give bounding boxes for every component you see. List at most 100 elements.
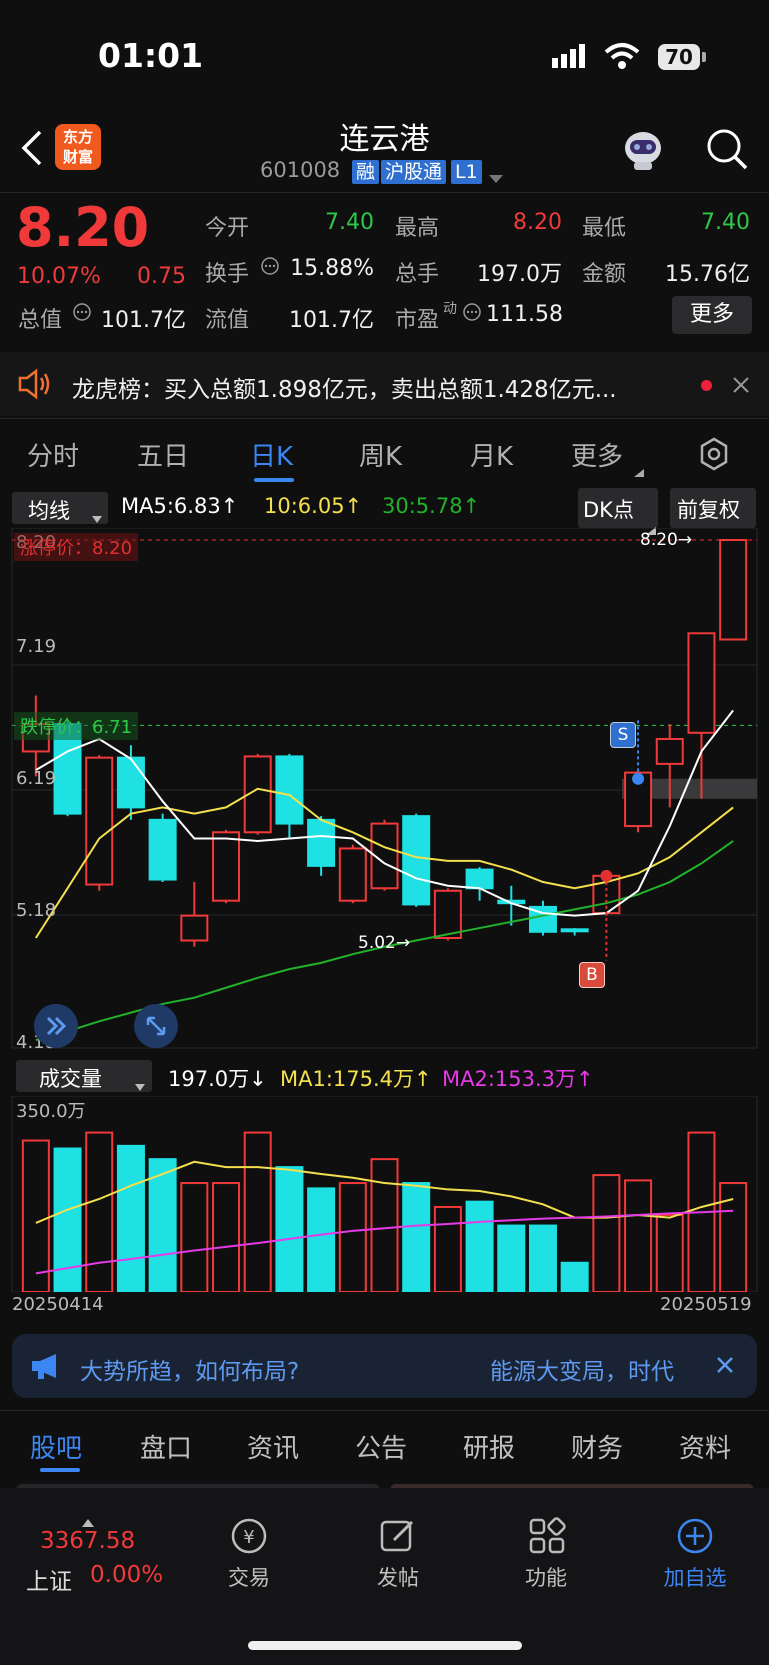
candle-body xyxy=(85,756,114,886)
ma-selector-label: 均线 xyxy=(28,499,70,523)
tab-weekly-k[interactable]: 周K xyxy=(359,436,402,473)
sell-dot xyxy=(632,772,645,785)
volume-bar xyxy=(624,1179,653,1292)
volume-bar xyxy=(655,1213,684,1292)
info-icon[interactable] xyxy=(72,302,92,322)
buy-marker[interactable]: B xyxy=(579,962,605,988)
more-dropdown-icon xyxy=(634,462,644,477)
turnover-value: 15.88% xyxy=(290,256,374,281)
index-pct[interactable]: 0.00% xyxy=(90,1562,163,1588)
home-indicator xyxy=(248,1641,522,1650)
tab-more[interactable]: 更多 xyxy=(571,436,623,473)
volume-bar xyxy=(338,1182,367,1292)
tab-news[interactable]: 资讯 xyxy=(247,1428,299,1465)
function-label[interactable]: 功能 xyxy=(496,1562,596,1592)
forum-tab-underline xyxy=(40,1468,80,1472)
trade-icon[interactable]: ¥ xyxy=(228,1516,270,1556)
tab-financials[interactable]: 财务 xyxy=(571,1428,623,1465)
battery-tip xyxy=(702,52,706,62)
amount-value: 15.76亿 xyxy=(665,262,750,287)
index-expand-icon[interactable] xyxy=(82,1512,94,1527)
tab-intraday[interactable]: 分时 xyxy=(27,436,79,473)
candle-body xyxy=(402,815,431,906)
index-value[interactable]: 3367.58 xyxy=(40,1528,135,1554)
candle-body xyxy=(433,889,462,940)
volume-bar xyxy=(528,1224,557,1292)
tab-research[interactable]: 研报 xyxy=(463,1428,515,1465)
tab-5day[interactable]: 五日 xyxy=(137,436,189,473)
add-watchlist-label[interactable]: 加自选 xyxy=(645,1562,745,1592)
volume-bar xyxy=(243,1131,272,1292)
info-icon[interactable] xyxy=(462,302,482,322)
tab-announcements[interactable]: 公告 xyxy=(355,1428,407,1465)
candle-body xyxy=(338,847,367,902)
more-quote-button[interactable]: 更多 xyxy=(672,296,752,334)
volume-bar xyxy=(85,1131,114,1292)
candlestick-chart[interactable] xyxy=(0,528,769,1058)
tab-active-underline xyxy=(254,478,294,482)
tag-connect: 沪股通 xyxy=(381,160,447,184)
y-label-2: 7.19 xyxy=(16,636,57,657)
tab-daily-k[interactable]: 日K xyxy=(250,436,293,473)
volume-selector-label: 成交量 xyxy=(39,1067,102,1091)
tab-orderbook[interactable]: 盘口 xyxy=(140,1428,192,1465)
promo-left-text[interactable]: 大势所趋，如何布局? xyxy=(80,1352,299,1386)
close-promo-icon[interactable] xyxy=(716,1356,734,1374)
vol-ma1-legend: MA1:175.4万↑ xyxy=(280,1067,432,1091)
stock-code: 601008 xyxy=(260,158,341,182)
volume-selector[interactable]: 成交量 xyxy=(16,1060,152,1092)
volume-label: 总手 xyxy=(395,262,440,287)
volume-bar xyxy=(560,1261,589,1292)
tag-margin: 融 xyxy=(352,160,380,184)
forward-adjust-button[interactable]: 前复权 xyxy=(670,488,756,528)
fullscreen-icon[interactable] xyxy=(134,1004,178,1048)
robot-assistant-icon[interactable] xyxy=(620,126,666,172)
volume-max-label: 350.0万 xyxy=(16,1101,86,1122)
expand-sidebar-icon[interactable] xyxy=(34,1004,78,1048)
mcap-value: 101.7亿 xyxy=(101,308,186,333)
code-dropdown-icon[interactable] xyxy=(489,168,503,183)
settings-gear-icon[interactable] xyxy=(696,436,732,472)
promo-right-text[interactable]: 能源大变局，时代 xyxy=(490,1352,690,1386)
chevron-down-icon xyxy=(92,504,102,528)
volume-bar xyxy=(148,1158,177,1292)
notice-text[interactable]: 龙虎榜：买入总额1.898亿元，卖出总额1.428亿元... xyxy=(72,370,672,404)
trade-label[interactable]: 交易 xyxy=(199,1562,299,1592)
volume-bar xyxy=(116,1144,145,1292)
close-icon[interactable] xyxy=(732,376,750,394)
post-icon[interactable] xyxy=(378,1516,418,1556)
open-label: 今开 xyxy=(205,216,250,241)
megaphone-icon xyxy=(30,1352,64,1380)
candle-body xyxy=(560,928,589,933)
ma-selector[interactable]: 均线 xyxy=(12,492,108,524)
sell-marker-label: S xyxy=(617,725,629,745)
tab-forum[interactable]: 股吧 xyxy=(30,1428,82,1465)
last-price: 8.20 xyxy=(16,196,150,259)
post-label[interactable]: 发帖 xyxy=(348,1562,448,1592)
max-price-label: 8.20→ xyxy=(640,530,693,550)
header-divider xyxy=(0,192,769,193)
tab-monthly-k[interactable]: 月K xyxy=(470,436,513,473)
add-watchlist-icon[interactable] xyxy=(675,1516,715,1556)
info-icon[interactable] xyxy=(260,256,280,276)
index-name[interactable]: 上证 xyxy=(26,1562,72,1596)
float-label: 流值 xyxy=(205,308,250,333)
notice-divider xyxy=(0,418,769,419)
volume-bar xyxy=(433,1205,462,1292)
function-grid-icon[interactable] xyxy=(527,1516,567,1556)
dk-point-button[interactable]: DK点 xyxy=(578,488,658,535)
tab-profile[interactable]: 资料 xyxy=(679,1428,731,1465)
turnover-label: 换手 xyxy=(205,262,250,287)
pct-change: 10.07% xyxy=(17,264,101,289)
sell-marker[interactable]: S xyxy=(610,722,636,748)
low-value: 7.40 xyxy=(701,210,750,235)
date-end-label: 20250519 xyxy=(660,1294,752,1315)
search-icon[interactable] xyxy=(704,126,750,172)
candle-body xyxy=(180,914,209,942)
pe-superscript: 动 xyxy=(443,301,457,317)
volume-bar xyxy=(497,1224,526,1292)
volume-chart[interactable] xyxy=(0,1096,769,1292)
buy-dot xyxy=(600,869,613,882)
status-time: 01:01 xyxy=(98,36,204,75)
chevron-down-icon xyxy=(135,1072,145,1096)
